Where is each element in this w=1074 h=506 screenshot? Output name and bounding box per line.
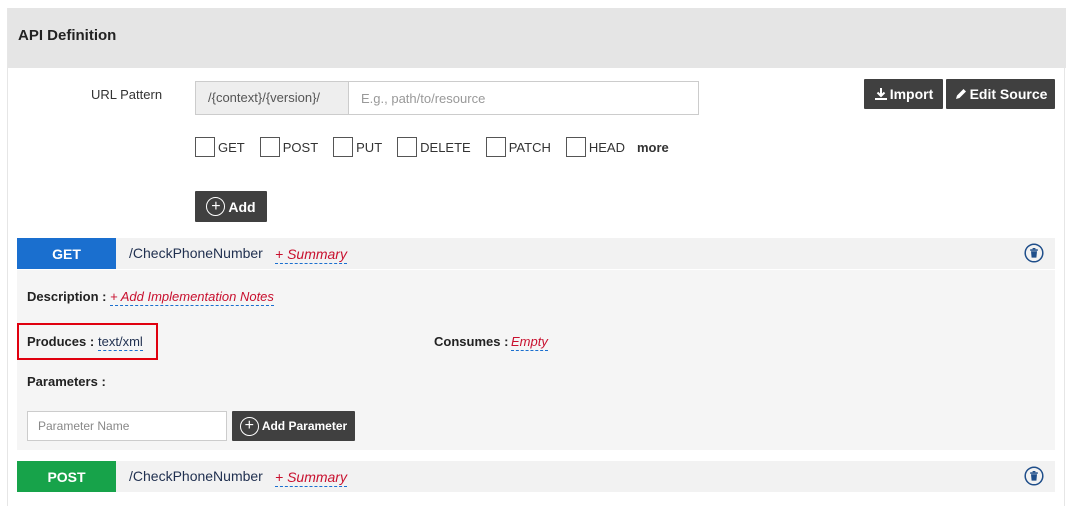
method-patch[interactable]: PATCH bbox=[485, 137, 551, 157]
method-label: PUT bbox=[356, 139, 383, 155]
method-label: GET bbox=[218, 139, 245, 155]
method-checkbox[interactable] bbox=[195, 137, 215, 157]
parameter-name-input[interactable] bbox=[27, 411, 227, 441]
produces-highlight-box bbox=[17, 323, 158, 360]
verb-badge-post[interactable]: POST bbox=[17, 461, 116, 492]
consumes-label: Consumes : bbox=[434, 334, 509, 349]
description-label: Description : bbox=[27, 289, 107, 304]
method-checkbox[interactable] bbox=[259, 137, 280, 157]
method-checkbox[interactable] bbox=[333, 137, 354, 157]
import-label: Import bbox=[889, 86, 934, 102]
circle-plus-icon: + bbox=[239, 416, 259, 436]
verb-badge-get[interactable]: GET bbox=[17, 238, 116, 269]
url-pattern-group: /{context}/{version}/ bbox=[195, 81, 699, 115]
add-label: Add bbox=[228, 198, 256, 215]
import-button[interactable]: Import bbox=[864, 79, 943, 109]
add-summary-link[interactable]: + Summary bbox=[275, 468, 347, 487]
panel-header: API Definition bbox=[8, 8, 1066, 68]
add-parameter-button[interactable]: + Add Parameter bbox=[232, 411, 355, 441]
http-method-list: GET POST PUT DELETE PATCH HEAD more bbox=[195, 137, 669, 157]
method-delete[interactable]: DELETE bbox=[397, 137, 471, 157]
edit-source-button[interactable]: Edit Source bbox=[946, 79, 1055, 109]
method-checkbox[interactable] bbox=[397, 137, 418, 157]
url-pattern-input[interactable] bbox=[349, 82, 698, 114]
method-label: DELETE bbox=[420, 139, 471, 155]
method-label: PATCH bbox=[508, 139, 551, 155]
method-label: POST bbox=[282, 139, 319, 155]
trash-icon[interactable] bbox=[1024, 466, 1044, 486]
url-pattern-label: URL Pattern bbox=[91, 87, 163, 102]
add-implementation-notes-link[interactable]: + Add Implementation Notes bbox=[110, 289, 274, 306]
resource-row-get[interactable]: GET /CheckPhoneNumber + Summary bbox=[17, 238, 1055, 269]
method-label: HEAD bbox=[588, 139, 625, 155]
method-checkbox[interactable] bbox=[485, 137, 506, 157]
edit-source-label: Edit Source bbox=[969, 86, 1048, 102]
method-checkbox[interactable] bbox=[565, 137, 586, 157]
pencil-icon bbox=[955, 89, 966, 99]
add-parameter-label: Add Parameter bbox=[261, 419, 348, 433]
resource-row-post[interactable]: POST /CheckPhoneNumber + Summary bbox=[17, 461, 1055, 492]
method-head[interactable]: HEAD bbox=[565, 137, 625, 157]
consumes-value-link[interactable]: Empty bbox=[511, 334, 548, 351]
panel-title: API Definition bbox=[18, 27, 117, 44]
url-prefix: /{context}/{version}/ bbox=[196, 82, 349, 114]
trash-icon[interactable] bbox=[1024, 243, 1044, 263]
parameters-label: Parameters : bbox=[27, 374, 106, 389]
more-methods-link[interactable]: more bbox=[637, 140, 669, 155]
add-summary-link[interactable]: + Summary bbox=[275, 245, 347, 264]
resource-path: /CheckPhoneNumber bbox=[129, 468, 263, 484]
method-put[interactable]: PUT bbox=[333, 137, 382, 157]
circle-plus-icon: + bbox=[206, 197, 226, 216]
add-resource-button[interactable]: + Add bbox=[195, 191, 267, 222]
method-get[interactable]: GET bbox=[195, 137, 245, 157]
method-post[interactable]: POST bbox=[259, 137, 319, 157]
resource-path: /CheckPhoneNumber bbox=[129, 245, 263, 261]
download-icon bbox=[874, 88, 887, 100]
